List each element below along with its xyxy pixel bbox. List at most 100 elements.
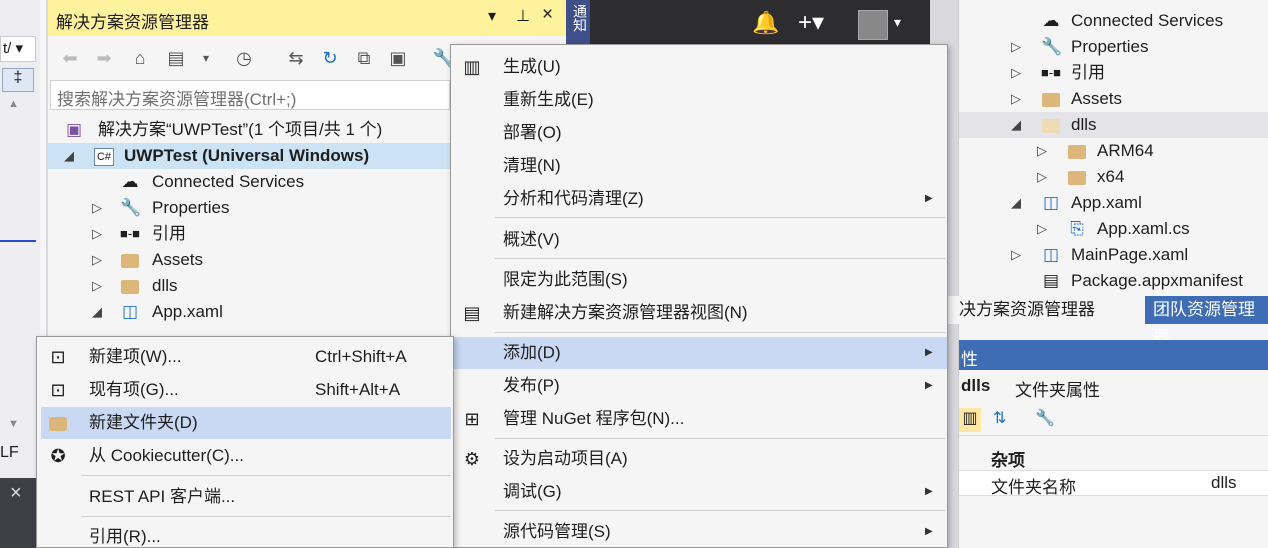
menu-item-debug[interactable]: 调试(G) ▶ xyxy=(451,476,947,508)
menu-item-label: 调试(G) xyxy=(503,482,562,501)
right-solution-explorer: ☁ Connected Services ▷ 🔧 Properties ▷ ■-■ 引用 … xyxy=(933,0,1268,548)
property-pages-icon[interactable]: 🔧 xyxy=(1035,408,1055,428)
tree-item-label: 引用 xyxy=(1071,63,1105,82)
menu-item-build[interactable]: ▥ 生成(U) xyxy=(451,51,947,83)
expanded-arrow-icon[interactable]: ◢ xyxy=(90,299,104,325)
tree-item-label: dlls xyxy=(152,276,178,295)
submenu-item-rest-api[interactable]: REST API 客户端... xyxy=(37,481,453,513)
rp-tree-item[interactable]: ▷ ◫ MainPage.xaml xyxy=(959,242,1268,268)
shortcut-label: Ctrl+Shift+A xyxy=(315,347,407,366)
menu-item-label: 新建解决方案资源管理器视图(N) xyxy=(503,303,748,322)
xaml-icon: ◫ xyxy=(1042,193,1060,212)
close-icon[interactable]: × xyxy=(10,482,22,505)
notification-bell-icon[interactable]: 🔔 xyxy=(752,10,779,36)
menu-item-nuget[interactable]: ⊞ 管理 NuGet 程序包(N)... xyxy=(451,403,947,435)
submenu-item-reference[interactable]: 引用(R)... xyxy=(37,521,453,548)
rp-tree-item[interactable]: ▤ Package.appxmanifest xyxy=(959,268,1268,294)
expanded-arrow-icon[interactable]: ◢ xyxy=(1009,112,1023,138)
menu-item-source-control[interactable]: 源代码管理(S) ▶ xyxy=(451,516,947,548)
collapse-icon[interactable]: ⧉ xyxy=(352,46,376,70)
menu-item-startup[interactable]: ⚙ 设为启动项目(A) xyxy=(451,443,947,475)
split-icon[interactable]: ‡ xyxy=(2,68,34,92)
rp-tree-item[interactable]: ▷ ARM64 xyxy=(959,138,1268,164)
collapsed-arrow-icon[interactable]: ▷ xyxy=(1009,242,1023,268)
menu-item-publish[interactable]: 发布(P) ▶ xyxy=(451,370,947,402)
property-value: dlls xyxy=(1211,473,1237,492)
forward-icon[interactable]: ➡ xyxy=(92,46,116,70)
history-icon[interactable]: ◷ xyxy=(232,46,256,70)
properties-header: 性 xyxy=(959,340,1268,370)
collapsed-arrow-icon[interactable]: ▷ xyxy=(1009,60,1023,86)
rp-tree-item[interactable]: ▷ 🔧 Properties xyxy=(959,34,1268,60)
tab-solution-explorer[interactable]: 决方案资源管理器 xyxy=(933,296,1101,324)
menu-item-label: 发布(P) xyxy=(503,376,560,395)
collapsed-arrow-icon[interactable]: ▷ xyxy=(90,273,104,299)
menu-item-add[interactable]: 添加(D) ▶ xyxy=(451,337,947,369)
property-row[interactable]: 文件夹名称 dlls xyxy=(959,470,1268,497)
close-panel-icon[interactable]: × xyxy=(542,4,553,26)
collapsed-arrow-icon[interactable]: ▷ xyxy=(1035,138,1049,164)
menu-item-label: 新建文件夹(D) xyxy=(89,413,198,432)
left-dropdown[interactable]: t/ ▾ xyxy=(0,36,36,62)
back-icon[interactable]: ⬅ xyxy=(58,46,82,70)
property-name: 文件夹名称 xyxy=(991,478,1076,497)
props-object-type: 文件夹属性 xyxy=(1015,381,1100,400)
collapsed-arrow-icon[interactable]: ▷ xyxy=(1035,164,1049,190)
menu-item-deploy[interactable]: 部署(O) xyxy=(451,117,947,149)
rp-tree-item[interactable]: ▷ Assets xyxy=(959,86,1268,112)
notifications-tab[interactable]: 通知 xyxy=(566,0,590,44)
folder-icon xyxy=(1067,138,1087,164)
pin-icon[interactable]: ⊥ xyxy=(516,6,530,26)
add-icon[interactable]: +▾ xyxy=(798,8,824,37)
editor-line-marker xyxy=(0,240,36,242)
search-input[interactable]: 搜索解决方案资源管理器(Ctrl+;) xyxy=(50,80,450,110)
collapsed-arrow-icon[interactable]: ▷ xyxy=(90,195,104,221)
avatar[interactable] xyxy=(858,10,888,40)
collapsed-arrow-icon[interactable]: ▷ xyxy=(1035,216,1049,242)
rp-tree-item[interactable]: ▷ ■-■ 引用 xyxy=(959,60,1268,86)
menu-item-label: 现有项(G)... xyxy=(89,380,179,399)
collapsed-arrow-icon[interactable]: ▷ xyxy=(90,221,104,247)
menu-item-analyze[interactable]: 分析和代码清理(Z) ▶ xyxy=(451,183,947,215)
rp-tree-item[interactable]: ◢ ◫ App.xaml xyxy=(959,190,1268,216)
collapsed-arrow-icon[interactable]: ▷ xyxy=(90,247,104,273)
menu-item-new-view[interactable]: ▤ 新建解决方案资源管理器视图(N) xyxy=(451,297,947,329)
submenu-item-new-folder[interactable]: 新建文件夹(D) xyxy=(41,407,451,439)
expanded-arrow-icon[interactable]: ◢ xyxy=(62,143,76,169)
collapsed-arrow-icon[interactable]: ▷ xyxy=(1009,34,1023,60)
dropdown-arrow-icon[interactable]: ▾ xyxy=(194,46,218,70)
rp-tree-item[interactable]: ▷ x64 xyxy=(959,164,1268,190)
submenu-item-new-item[interactable]: ⊡ 新建项(W)... Ctrl+Shift+A xyxy=(37,341,453,373)
submenu-item-cookiecutter[interactable]: ✪ 从 Cookiecutter(C)... xyxy=(37,440,453,472)
collapsed-arrow-icon[interactable]: ▷ xyxy=(1009,86,1023,112)
show-all-icon[interactable]: ▣ xyxy=(386,46,410,70)
categorized-icon[interactable]: ▥ xyxy=(959,408,981,432)
rp-tree-item[interactable]: ☁ Connected Services xyxy=(959,8,1268,34)
expanded-arrow-icon[interactable]: ◢ xyxy=(1009,190,1023,216)
sync-icon[interactable]: ⇆ xyxy=(284,46,308,70)
rp-tree-item[interactable]: ◢ dlls xyxy=(959,112,1268,138)
menu-item-rebuild[interactable]: 重新生成(E) xyxy=(451,84,947,116)
menu-item-clean[interactable]: 清理(N) xyxy=(451,150,947,182)
submenu-item-existing-item[interactable]: ⊡ 现有项(G)... Shift+Alt+A xyxy=(37,374,453,406)
wrench-icon: 🔧 xyxy=(1041,37,1063,56)
switch-views-icon[interactable]: ▤ xyxy=(164,46,188,70)
refresh-icon[interactable]: ↻ xyxy=(318,46,342,70)
home-icon[interactable]: ⌂ xyxy=(128,46,152,70)
menu-item-overview[interactable]: 概述(V) xyxy=(451,224,947,256)
folder-icon xyxy=(120,273,140,299)
folder-icon xyxy=(1041,86,1061,112)
scroll-down-icon[interactable]: ▼ xyxy=(8,418,19,430)
props-object-name: dlls xyxy=(961,376,991,395)
folder-icon xyxy=(1067,164,1087,190)
left-dropdown-text: t/ xyxy=(3,40,12,57)
menu-item-label: 管理 NuGet 程序包(N)... xyxy=(503,409,685,428)
menu-item-scope[interactable]: 限定为此范围(S) xyxy=(451,264,947,296)
scroll-up-icon[interactable]: ▲ xyxy=(8,98,19,110)
chevron-down-icon[interactable]: ▾ xyxy=(894,14,901,31)
tab-team-explorer[interactable]: 团队资源管理器 xyxy=(1145,296,1268,347)
alphabetical-icon[interactable]: ⇅ xyxy=(993,408,1006,428)
rp-tree-item[interactable]: ▷ ⎘ App.xaml.cs xyxy=(959,216,1268,242)
dropdown-icon[interactable]: ▾ xyxy=(488,6,496,26)
references-icon: ■-■ xyxy=(120,226,141,241)
